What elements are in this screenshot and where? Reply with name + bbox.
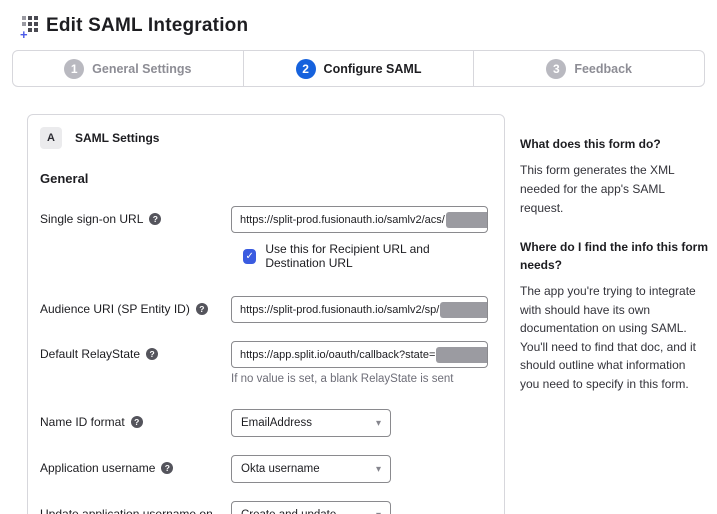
sidebar-body-what: This form generates the XML needed for t… xyxy=(520,161,708,217)
chevron-down-icon: ▾ xyxy=(376,418,381,429)
sidebar-heading-what: What does this form do? xyxy=(520,136,708,153)
field-row-update-username-on: Update application username on Create an… xyxy=(40,501,492,514)
checkbox-checked-icon[interactable]: ✓ xyxy=(243,249,256,264)
application-username-label: Application username xyxy=(40,461,155,475)
step-feedback[interactable]: 3 Feedback xyxy=(473,51,704,86)
help-icon[interactable]: ? xyxy=(149,213,161,225)
step-label: Configure SAML xyxy=(324,62,422,76)
wizard-stepper: 1 General Settings 2 Configure SAML 3 Fe… xyxy=(12,50,705,87)
audience-uri-label: Audience URI (SP Entity ID) xyxy=(40,302,190,316)
section-a-badge: A xyxy=(40,127,62,149)
field-row-application-username: Application username ? Okta username ▾ xyxy=(40,455,492,483)
relaystate-helper-text: If no value is set, a blank RelayState i… xyxy=(231,373,492,385)
redacted-value-block xyxy=(436,347,488,363)
field-label-wrap: Update application username on xyxy=(40,501,231,514)
name-id-format-value: EmailAddress xyxy=(241,417,312,429)
name-id-format-label: Name ID format xyxy=(40,415,125,429)
sso-url-label: Single sign-on URL xyxy=(40,212,143,226)
step-general-settings[interactable]: 1 General Settings xyxy=(13,51,243,86)
chevron-down-icon: ▾ xyxy=(376,510,381,514)
step-number-badge: 1 xyxy=(64,59,84,79)
help-icon[interactable]: ? xyxy=(146,348,158,360)
page-title: Edit SAML Integration xyxy=(46,15,248,37)
recipient-url-checkbox-row: ✓ Use this for Recipient URL and Destina… xyxy=(243,242,492,270)
saml-settings-panel: A SAML Settings General Single sign-on U… xyxy=(27,114,505,514)
sso-url-input[interactable]: https://split-prod.fusionauth.io/samlv2/… xyxy=(231,206,488,233)
help-icon[interactable]: ? xyxy=(131,416,143,428)
general-section-heading: General xyxy=(40,171,492,186)
field-row-audience-uri: Audience URI (SP Entity ID) ? https://sp… xyxy=(40,296,492,323)
chevron-down-icon: ▾ xyxy=(376,464,381,475)
name-id-format-select[interactable]: EmailAddress ▾ xyxy=(231,409,391,437)
application-username-value: Okta username xyxy=(241,463,320,475)
sso-url-value: https://split-prod.fusionauth.io/samlv2/… xyxy=(240,214,445,226)
plus-glyph: + xyxy=(20,28,28,41)
update-username-on-select[interactable]: Create and update ▾ xyxy=(231,501,391,514)
field-label-wrap: Default RelayState ? xyxy=(40,341,231,361)
field-label-wrap: Single sign-on URL ? xyxy=(40,206,231,226)
field-row-sso-url: Single sign-on URL ? https://split-prod.… xyxy=(40,206,492,233)
field-row-name-id-format: Name ID format ? EmailAddress ▾ xyxy=(40,409,492,437)
application-username-select[interactable]: Okta username ▾ xyxy=(231,455,391,483)
panel-header: A SAML Settings xyxy=(40,127,492,149)
step-label: Feedback xyxy=(574,62,632,76)
step-configure-saml[interactable]: 2 Configure SAML xyxy=(243,51,474,86)
relaystate-value: https://app.split.io/oauth/callback?stat… xyxy=(240,349,435,361)
content-area: A SAML Settings General Single sign-on U… xyxy=(27,114,717,514)
update-username-on-value: Create and update xyxy=(241,509,336,514)
page-header: + Edit SAML Integration xyxy=(0,0,717,37)
sidebar-heading-where: Where do I find the info this form needs… xyxy=(520,239,708,274)
redacted-value-block xyxy=(446,212,488,228)
recipient-url-checkbox-label: Use this for Recipient URL and Destinati… xyxy=(265,242,492,270)
step-label: General Settings xyxy=(92,62,191,76)
audience-uri-input[interactable]: https://split-prod.fusionauth.io/samlv2/… xyxy=(231,296,488,323)
field-row-relaystate: Default RelayState ? https://app.split.i… xyxy=(40,341,492,385)
audience-uri-value: https://split-prod.fusionauth.io/samlv2/… xyxy=(240,304,439,316)
help-icon[interactable]: ? xyxy=(161,462,173,474)
step-number-badge: 2 xyxy=(296,59,316,79)
update-username-on-label: Update application username on xyxy=(40,507,213,514)
field-label-wrap: Audience URI (SP Entity ID) ? xyxy=(40,296,231,316)
help-sidebar: What does this form do? This form genera… xyxy=(520,114,708,416)
field-label-wrap: Application username ? xyxy=(40,455,231,475)
panel-title: SAML Settings xyxy=(75,131,159,145)
redacted-value-block xyxy=(440,302,488,318)
help-icon[interactable]: ? xyxy=(196,303,208,315)
field-label-wrap: Name ID format ? xyxy=(40,409,231,429)
relaystate-label: Default RelayState xyxy=(40,347,140,361)
relaystate-input[interactable]: https://app.split.io/oauth/callback?stat… xyxy=(231,341,488,368)
apps-grid-add-icon: + xyxy=(22,16,43,37)
step-number-badge: 3 xyxy=(546,59,566,79)
sidebar-body-where: The app you're trying to integrate with … xyxy=(520,282,708,394)
